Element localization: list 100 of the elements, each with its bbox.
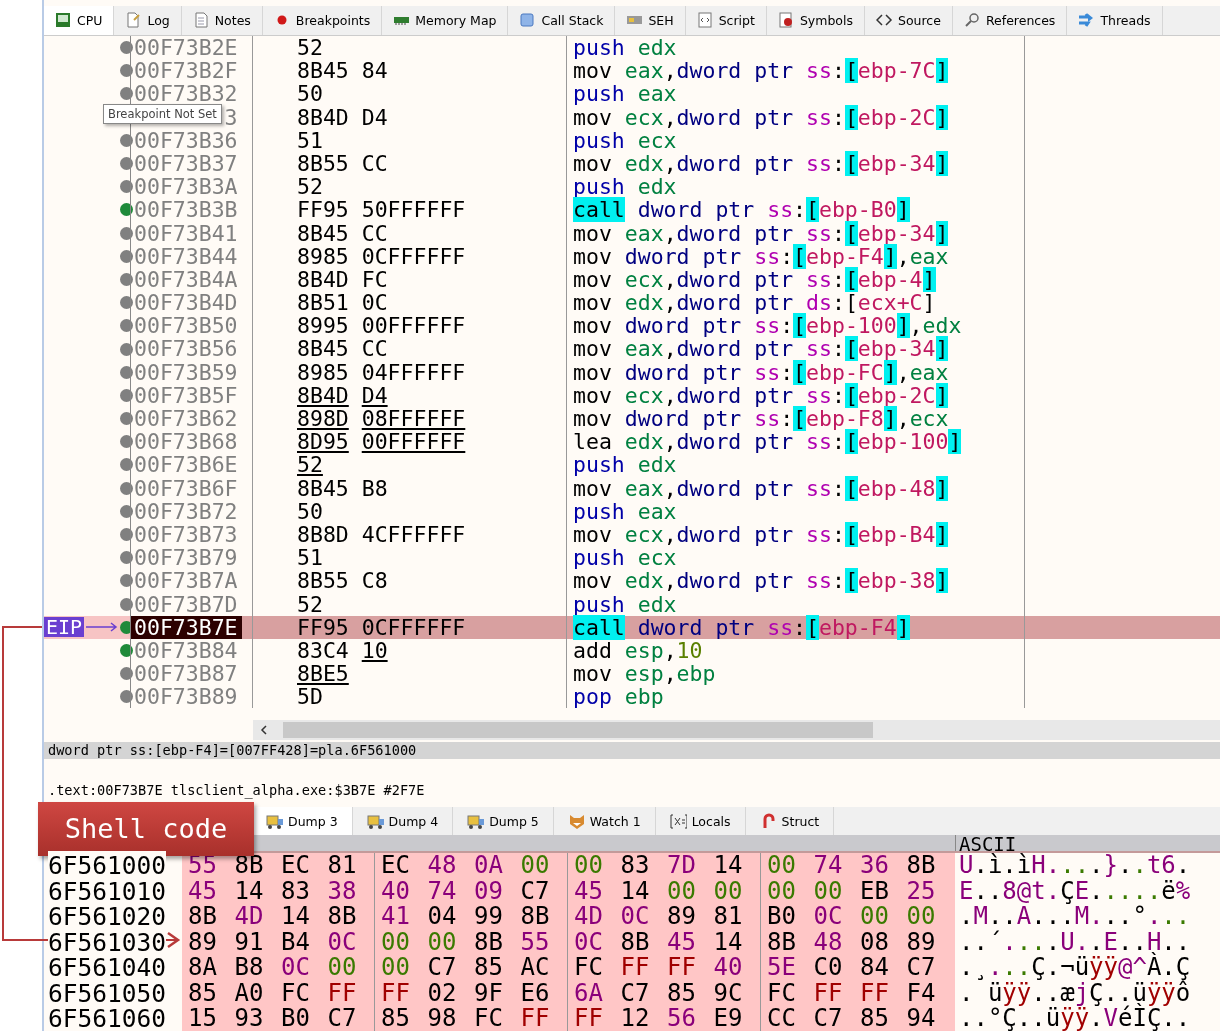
hex-byte: 85	[381, 1006, 411, 1031]
address-text: 00F73B2F	[134, 58, 238, 84]
byte-code: 8D95 00FFFFFF	[297, 429, 466, 455]
hex-byte: 14	[713, 853, 744, 879]
hex-byte: C7	[620, 980, 651, 1006]
hex-byte: 99	[474, 904, 504, 930]
instruction-text: pop ebp	[573, 684, 664, 710]
hex-byte: FC	[474, 1006, 504, 1031]
animal-face-icon	[567, 812, 585, 830]
hex-byte: B0	[767, 904, 797, 930]
hex-byte: CC	[767, 1006, 797, 1031]
hex-byte: 09	[474, 878, 504, 904]
hex-byte: FF	[667, 955, 697, 981]
hex-byte: 14	[620, 878, 651, 904]
byte-code: FF95 50FFFFFF	[297, 197, 466, 223]
hex-byte: 9C	[713, 980, 744, 1006]
hex-byte: 00	[813, 878, 844, 904]
hex-byte: FF	[620, 955, 651, 981]
hex-byte: B8	[234, 955, 265, 981]
hex-byte: 8B	[906, 853, 937, 879]
document-icon	[125, 12, 143, 29]
column-header: ASCII	[955, 835, 1017, 851]
byte-code: 8B8D 4CFFFFFF	[297, 521, 466, 547]
instruction-text: mov esp,ebp	[573, 661, 716, 687]
hex-byte: C7	[813, 1006, 844, 1031]
hex-byte: 4D	[574, 904, 604, 930]
address-text: 00F73B7A	[134, 568, 238, 594]
hex-byte: 0C	[620, 904, 651, 930]
byte-code: 8B45 84	[297, 58, 388, 84]
address-text: 00F73B37	[134, 150, 238, 176]
byte-code: 8B45 CC	[297, 336, 388, 362]
hex-byte: 00	[767, 853, 797, 879]
byte-code: 8995 00FFFFFF	[297, 313, 466, 339]
instruction-text: mov eax,dword ptr ss:[ebp-7C]	[573, 58, 949, 84]
address-text: 00F73B41	[134, 220, 238, 246]
hex-byte: 9F	[474, 980, 504, 1006]
address-text: 00F73B3A	[134, 174, 238, 200]
hex-byte: 00	[574, 853, 604, 879]
hex-byte: 45	[667, 929, 697, 955]
hex-byte: 89	[906, 929, 937, 955]
instruction-text: push ecx	[573, 127, 677, 153]
hex-byte: 74	[813, 853, 844, 879]
hex-byte: 40	[381, 878, 411, 904]
address-text: 00F73B6E	[134, 452, 238, 478]
hex-byte: 0A	[474, 853, 504, 879]
variable-icon	[669, 812, 687, 830]
hex-byte: 00	[327, 955, 358, 981]
instruction-text: mov dword ptr ss:[ebp-100],edx	[573, 313, 962, 339]
address-text: 00F73B84	[134, 637, 238, 663]
truck-icon	[467, 812, 485, 830]
hex-byte: 00	[667, 878, 697, 904]
search-icon	[963, 12, 981, 29]
byte-code: 8B45 CC	[297, 220, 388, 246]
hex-byte: FF	[860, 980, 890, 1006]
instruction-text: push edx	[573, 591, 677, 617]
hex-byte: FC	[281, 980, 311, 1006]
hex-byte: EC	[381, 853, 411, 879]
byte-code: FF95 0CFFFFFF	[297, 614, 466, 640]
hex-byte: 00	[381, 955, 411, 981]
hex-byte: 48	[427, 853, 458, 879]
address-text: 00F73B3B	[134, 197, 238, 223]
hex-byte: 36	[860, 853, 890, 879]
hex-byte: FC	[574, 955, 604, 981]
scrollbar-thumb[interactable]	[283, 722, 873, 738]
tab[interactable]: CPU	[44, 6, 115, 35]
instruction-text: mov eax,dword ptr ss:[ebp-34]	[573, 336, 949, 362]
hex-byte: 8B	[620, 929, 651, 955]
byte-code: 52	[297, 591, 323, 617]
tab[interactable]: Dump 3	[252, 807, 353, 835]
instruction-text: mov ecx,dword ptr ss:[ebp-2C]	[573, 104, 949, 130]
instruction-text: push eax	[573, 81, 677, 107]
hex-byte: 85	[860, 1006, 890, 1031]
byte-code: 8B45 B8	[297, 475, 388, 501]
hex-byte: 7D	[667, 853, 697, 879]
address-text: 00F73B79	[134, 545, 238, 571]
instruction-text: mov eax,dword ptr ss:[ebp-48]	[573, 475, 949, 501]
hex-byte: 94	[906, 1006, 937, 1031]
hex-byte: FF	[327, 980, 358, 1006]
byte-code: 8985 04FFFFFF	[297, 359, 466, 385]
hex-byte: 8B	[474, 929, 504, 955]
address-text: 00F73B62	[134, 406, 238, 431]
hex-byte: B4	[281, 929, 311, 955]
address-text: 00F73B5F	[134, 382, 238, 408]
hex-byte: 8B	[767, 929, 797, 955]
instruction-text: lea edx,dword ptr ss:[ebp-100]	[573, 429, 962, 455]
hex-byte: 0C	[327, 929, 358, 955]
instruction-text: mov dword ptr ss:[ebp-FC],eax	[573, 359, 949, 385]
byte-code: 50	[297, 81, 323, 107]
hex-byte: 0C	[281, 955, 311, 981]
hex-byte: C7	[906, 955, 937, 981]
hex-byte: C7	[427, 955, 458, 981]
hex-byte: 38	[327, 878, 358, 904]
symbols-icon	[777, 12, 795, 29]
instruction-text: push edx	[573, 452, 677, 478]
address-text: 00F73B36	[134, 127, 238, 153]
hex-byte: 04	[427, 904, 458, 930]
hex-byte: 45	[188, 878, 218, 904]
address-text: 00F73B59	[134, 359, 238, 385]
hex-byte: 74	[427, 878, 458, 904]
instruction-text: mov dword ptr ss:[ebp-F8],ecx	[573, 406, 949, 431]
